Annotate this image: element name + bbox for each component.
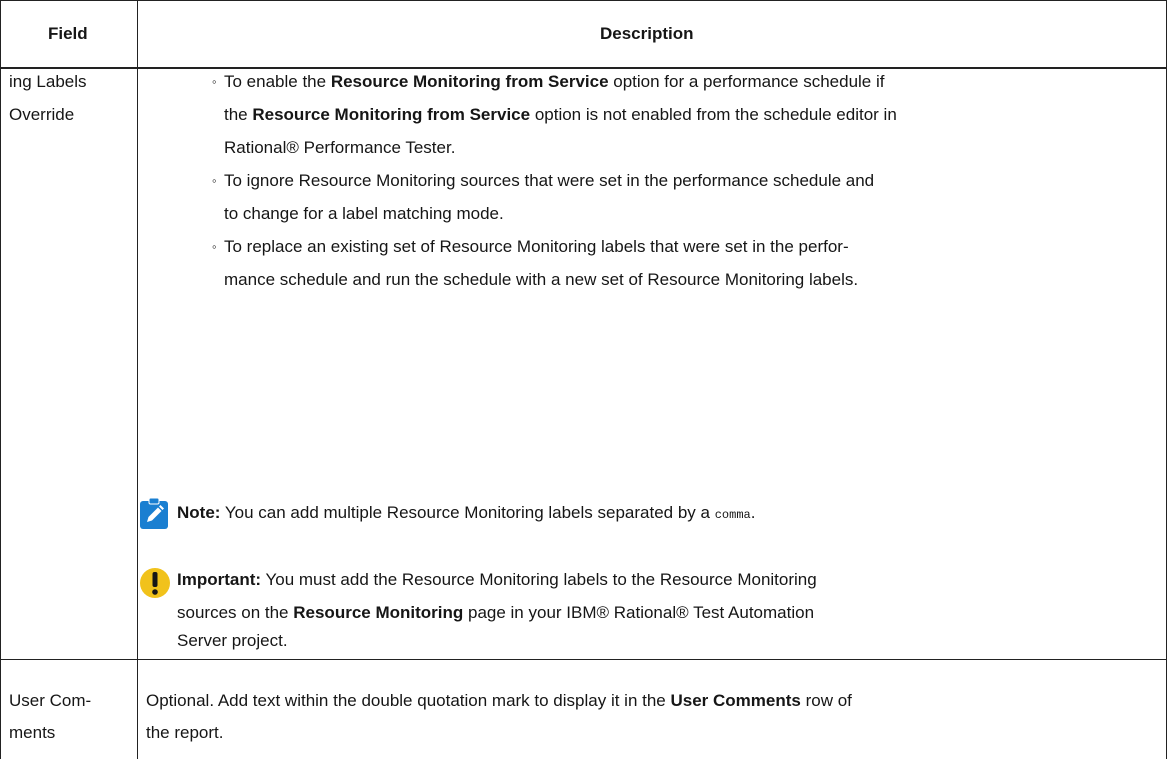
- table-border-left: [0, 0, 1, 759]
- bullet-item-3: ◦ To replace an existing set of Resource …: [212, 232, 849, 262]
- bullet-item-1: ◦ To enable the Resource Monitoring from …: [212, 67, 884, 97]
- bullet-item-1-line3: Rational® Performance Tester.: [224, 138, 456, 157]
- bullet-icon: ◦: [212, 74, 217, 89]
- row2-field-line1: User Com-: [9, 691, 92, 710]
- table-column-divider: [137, 0, 138, 759]
- table-border-top: [0, 0, 1167, 1]
- bullet-item-2-line2: to change for a label matching mode.: [224, 204, 504, 223]
- row2-description-line2: the report.: [146, 723, 224, 742]
- note-text: Note: You can add multiple Resource Moni…: [177, 503, 756, 522]
- row2-field-line2: ments: [9, 723, 56, 742]
- important-line1: Important: You must add the Resource Mon…: [177, 570, 817, 589]
- row1-field-line2: Override: [9, 105, 75, 124]
- header-description: Description: [600, 24, 694, 43]
- table-border-right: [1166, 0, 1167, 759]
- bullet-icon: ◦: [212, 239, 217, 254]
- row-divider: [0, 659, 1167, 660]
- row1-field-line1: ing Labels: [9, 72, 87, 91]
- row2-description-line1: Optional. Add text within the double quo…: [146, 691, 852, 710]
- pencil-icon: [140, 497, 168, 529]
- bullet-item-3-line2: mance schedule and run the schedule with…: [224, 270, 859, 289]
- description-table: Field Description ing Labels Override ◦ T…: [0, 0, 1167, 759]
- bullet-item-2: ◦ To ignore Resource Monitoring sources t…: [212, 166, 874, 196]
- important-line3: Server project.: [177, 631, 288, 650]
- exclamation-icon: [140, 568, 170, 598]
- bullet-item-1-line2: the Resource Monitoring from Service opt…: [224, 105, 897, 124]
- bullet-icon: ◦: [212, 173, 217, 188]
- header-field: Field: [48, 24, 88, 43]
- important-line2: sources on the Resource Monitoring page …: [177, 603, 815, 622]
